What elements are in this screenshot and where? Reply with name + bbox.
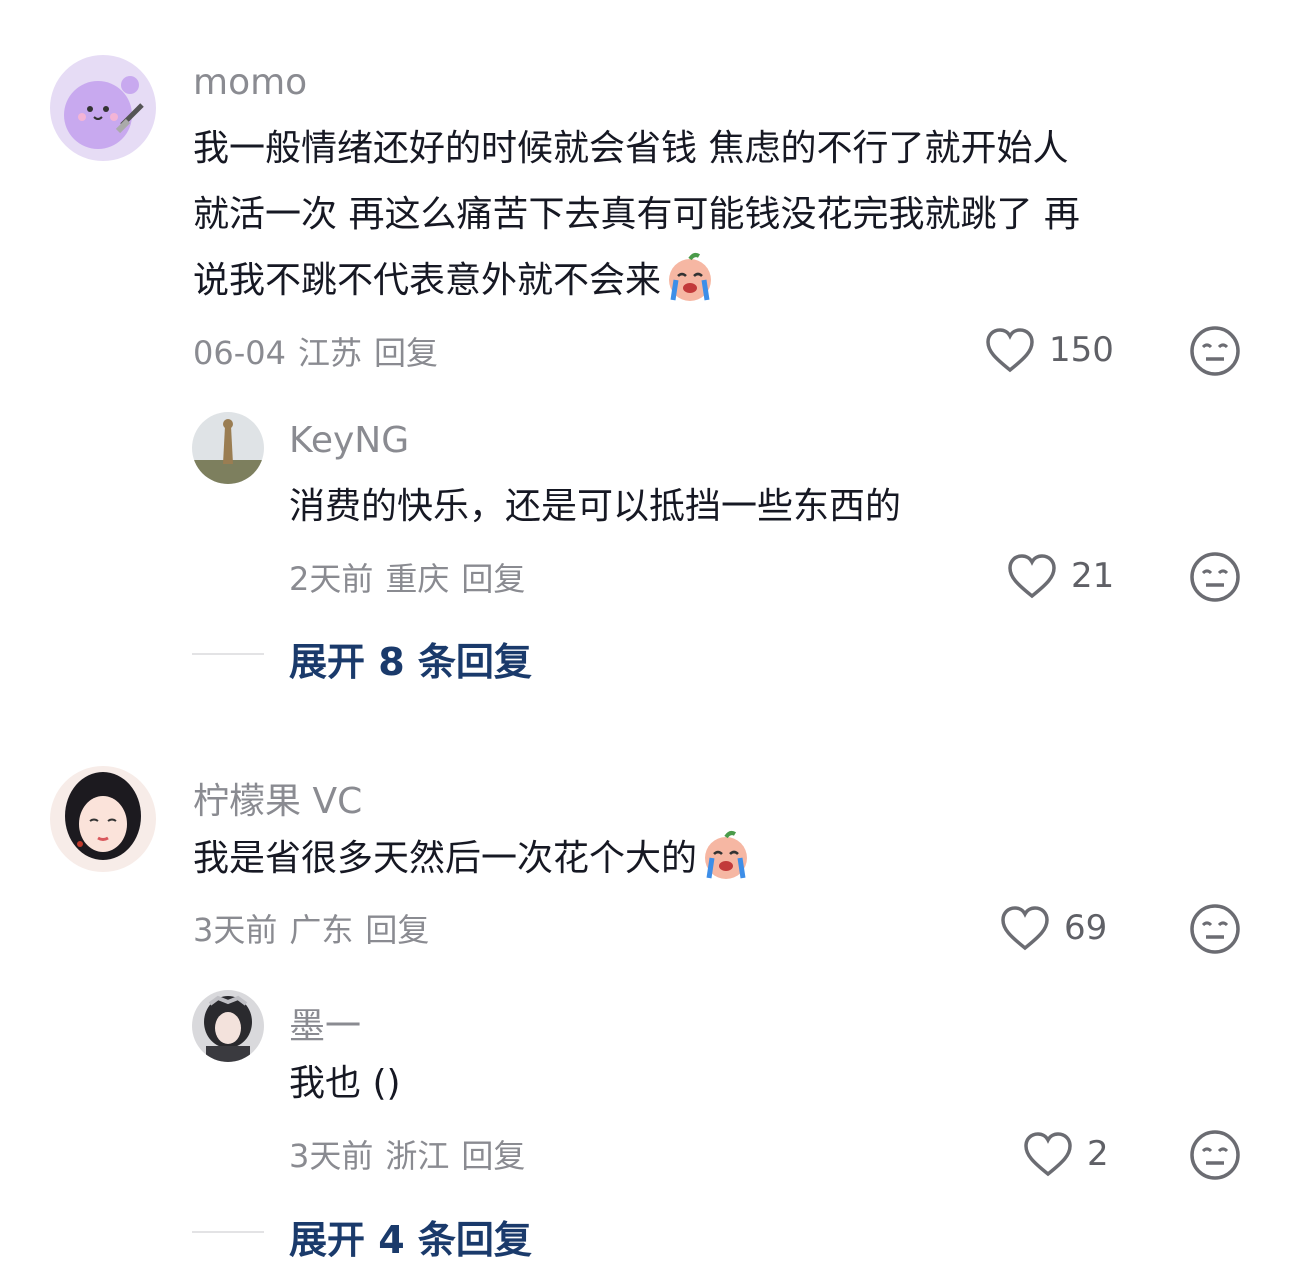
comment-text-line: 我一般情绪还好的时候就会省钱 焦虑的不行了就开始人 bbox=[193, 128, 1069, 169]
comment-text-line: 说我不跳不代表意外就不会来 bbox=[193, 260, 662, 301]
avatar[interactable] bbox=[50, 766, 156, 872]
avatar[interactable] bbox=[192, 412, 264, 484]
reply-button[interactable]: 回复 bbox=[461, 1137, 525, 1175]
reply-button[interactable]: 回复 bbox=[374, 334, 438, 372]
like-count: 150 bbox=[1049, 330, 1114, 370]
comment-meta: 3天前 广东 回复 bbox=[193, 905, 441, 951]
comment-author[interactable]: momo bbox=[193, 62, 307, 103]
neutral-face-icon[interactable] bbox=[1189, 325, 1241, 377]
heart-outline-icon bbox=[986, 328, 1034, 373]
comment-author[interactable]: 柠檬果 VC bbox=[193, 772, 362, 824]
heart-outline-icon bbox=[1024, 1132, 1072, 1177]
comment-date: 3天前 bbox=[193, 911, 278, 949]
reply-author[interactable]: KeyNG bbox=[289, 420, 409, 461]
comment-text-line: 我是省很多天然后一次花个大的 bbox=[193, 838, 698, 879]
like-button[interactable]: 2 bbox=[1023, 1131, 1109, 1177]
reply-author[interactable]: 墨一 bbox=[289, 997, 361, 1049]
comment-text-line: 就活一次 再这么痛苦下去真有可能钱没花完我就跳了 再 bbox=[193, 194, 1080, 235]
heart-outline-icon bbox=[1001, 906, 1049, 951]
reply-date: 3天前 bbox=[289, 1137, 374, 1175]
reply-location: 浙江 bbox=[385, 1137, 450, 1175]
divider bbox=[192, 1231, 264, 1233]
comment-text: 我一般情绪还好的时候就会省钱 焦虑的不行了就开始人 就活一次 再这么痛苦下去真有… bbox=[193, 116, 1253, 314]
reply-button[interactable]: 回复 bbox=[365, 911, 429, 949]
reply-text: 消费的快乐，还是可以抵挡一些东西的 bbox=[289, 486, 902, 527]
neutral-face-icon[interactable] bbox=[1189, 551, 1241, 603]
like-button[interactable]: 21 bbox=[1007, 553, 1114, 599]
expand-replies-button[interactable]: 展开 4 条回复 bbox=[289, 1209, 532, 1264]
reply-meta: 2天前 重庆 回复 bbox=[289, 554, 537, 600]
heart-outline-icon bbox=[1008, 554, 1056, 599]
neutral-face-icon[interactable] bbox=[1189, 1129, 1241, 1181]
like-count: 69 bbox=[1064, 908, 1108, 948]
reply-text: 我也 () bbox=[289, 1063, 401, 1104]
reply-location: 重庆 bbox=[385, 560, 450, 598]
comment-date: 06-04 bbox=[193, 334, 286, 372]
like-count: 2 bbox=[1087, 1134, 1109, 1174]
comment-text: 我是省很多天然后一次花个大的 bbox=[193, 826, 753, 892]
divider bbox=[192, 653, 264, 655]
reply-button[interactable]: 回复 bbox=[461, 560, 525, 598]
avatar[interactable] bbox=[192, 990, 264, 1062]
reply-meta: 3天前 浙江 回复 bbox=[289, 1131, 537, 1177]
reply-date: 2天前 bbox=[289, 560, 374, 598]
crying-peach-emoji bbox=[669, 253, 712, 301]
comment-location: 广东 bbox=[289, 911, 354, 949]
comment-location: 江苏 bbox=[297, 334, 362, 372]
like-count: 21 bbox=[1071, 556, 1115, 596]
avatar[interactable] bbox=[50, 55, 156, 161]
comment-meta: 06-04 江苏 回复 bbox=[193, 328, 450, 374]
like-button[interactable]: 69 bbox=[1000, 905, 1107, 951]
crying-peach-emoji bbox=[705, 831, 748, 879]
like-button[interactable]: 150 bbox=[985, 327, 1114, 373]
expand-replies-button[interactable]: 展开 8 条回复 bbox=[289, 631, 532, 686]
neutral-face-icon[interactable] bbox=[1189, 903, 1241, 955]
